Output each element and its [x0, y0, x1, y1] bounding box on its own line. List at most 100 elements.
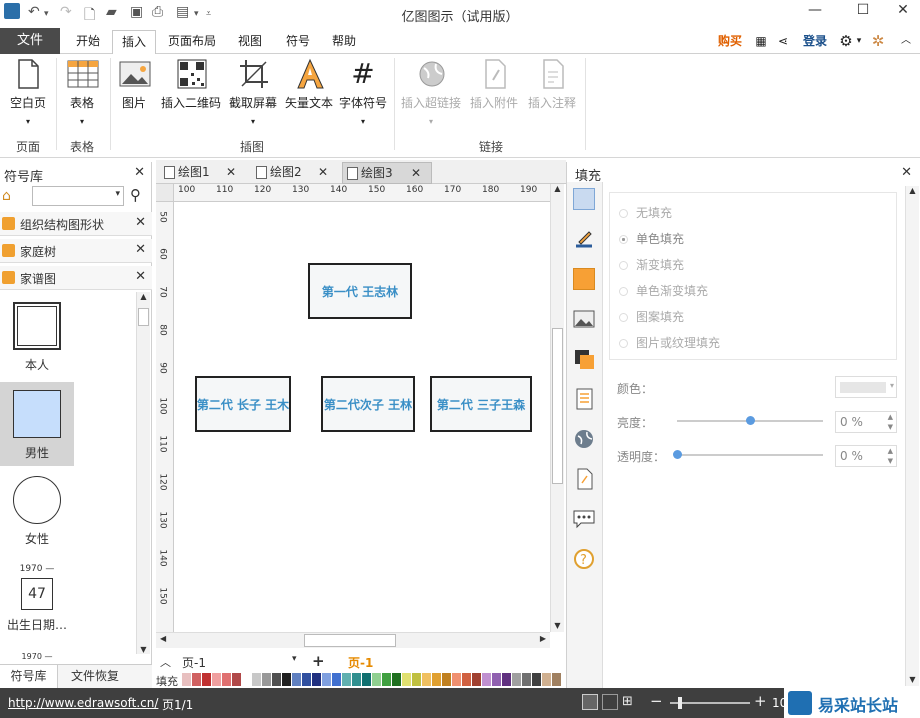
palette-swatch[interactable] — [252, 673, 262, 686]
login-link[interactable]: 登录 — [798, 28, 832, 54]
add-page-icon[interactable]: + — [312, 652, 325, 670]
fill-option-none[interactable]: 无填充 — [619, 204, 672, 221]
transparency-input[interactable]: 0 % ▲ ▼ — [835, 445, 897, 467]
palette-swatch[interactable] — [402, 673, 412, 686]
zoom-out-icon[interactable]: − — [650, 692, 663, 710]
tab-file-recovery[interactable]: 文件恢复 — [62, 665, 128, 688]
palette-swatch[interactable] — [342, 673, 352, 686]
palette-swatch[interactable] — [462, 673, 472, 686]
attachment-icon[interactable] — [573, 468, 595, 490]
table-button[interactable]: 表格 ▾ — [60, 58, 104, 126]
palette-swatch[interactable] — [212, 673, 222, 686]
scroll-up-icon[interactable]: ▲ — [551, 184, 564, 193]
library-item-genealogy[interactable]: 家谱图 ✕ — [0, 266, 152, 290]
scroll-down-icon[interactable]: ▼ — [137, 645, 150, 654]
maximize-icon[interactable]: ☐ — [848, 2, 878, 18]
hyperlink-button[interactable]: 插入超链接 ▾ — [398, 58, 464, 126]
palette-swatches[interactable] — [182, 673, 562, 686]
tab-help[interactable]: 帮助 — [324, 28, 364, 54]
slider-thumb[interactable] — [678, 697, 682, 709]
slider-thumb[interactable] — [673, 450, 682, 459]
screenshot-button[interactable]: 截取屏幕 ▾ — [226, 58, 280, 126]
spinner-icon[interactable]: ▲ ▼ — [888, 446, 893, 466]
attachment-button[interactable]: 插入附件 — [466, 58, 522, 111]
doc-tab-2[interactable]: 绘图2 ✕ — [252, 162, 338, 184]
table-dropdown-icon[interactable]: ▾ — [60, 117, 104, 126]
minimize-icon[interactable]: — — [800, 2, 830, 18]
file-menu[interactable]: 文件 — [0, 28, 60, 54]
palette-swatch[interactable] — [432, 673, 442, 686]
fill-option-picture[interactable]: 图片或纹理填充 — [619, 334, 720, 351]
tab-view[interactable]: 视图 — [230, 28, 270, 54]
palette-swatch[interactable] — [272, 673, 282, 686]
tab-insert[interactable]: 插入 — [112, 30, 156, 55]
palette-swatch[interactable] — [362, 673, 372, 686]
fill-option-mono-gradient[interactable]: 单色渐变填充 — [619, 282, 708, 299]
full-screen-icon[interactable] — [602, 694, 618, 710]
close-library-icon[interactable]: ✕ — [135, 269, 146, 284]
palette-swatch[interactable] — [442, 673, 452, 686]
zoom-slider[interactable] — [670, 697, 750, 709]
scroll-thumb[interactable] — [138, 308, 149, 326]
palette-swatch[interactable] — [302, 673, 312, 686]
presentation-icon[interactable]: ⊞ — [622, 694, 633, 709]
scroll-right-icon[interactable]: ▶ — [540, 634, 546, 643]
drawing-canvas[interactable]: 第一代 王志林 第二代 长子 王木 第二代次子 王林 第二代 三子王森 — [174, 202, 550, 632]
scroll-thumb[interactable] — [552, 328, 563, 484]
scroll-up-icon[interactable]: ▲ — [906, 186, 919, 195]
shape-self[interactable]: 本人 — [0, 298, 74, 378]
scroll-down-icon[interactable]: ▼ — [906, 675, 919, 684]
palette-swatch[interactable] — [522, 673, 532, 686]
collapse-ribbon-icon[interactable]: ︿ — [896, 28, 916, 54]
palette-swatch[interactable] — [422, 673, 432, 686]
comment-icon[interactable] — [573, 508, 595, 530]
zoom-in-icon[interactable]: + — [754, 692, 767, 710]
font-symbol-dropdown-icon[interactable]: ▾ — [336, 117, 390, 126]
palette-swatch[interactable] — [282, 673, 292, 686]
palette-swatch[interactable] — [292, 673, 302, 686]
close-library-icon[interactable]: ✕ — [135, 215, 146, 230]
palette-swatch[interactable] — [312, 673, 322, 686]
shape-female[interactable]: 女性 — [0, 472, 74, 556]
vector-text-button[interactable]: 矢量文本 — [282, 58, 336, 111]
palette-swatch[interactable] — [182, 673, 192, 686]
palette-swatch[interactable] — [332, 673, 342, 686]
palette-swatch[interactable] — [542, 673, 552, 686]
scroll-down-icon[interactable]: ▼ — [551, 621, 564, 630]
fill-bucket-icon[interactable] — [573, 188, 595, 210]
palette-swatch[interactable] — [382, 673, 392, 686]
font-symbol-button[interactable]: # 字体符号 ▾ — [336, 58, 390, 127]
close-panel-icon[interactable]: ✕ — [134, 165, 145, 180]
color-dropdown-icon[interactable]: ▾ — [890, 381, 894, 390]
palette-swatch[interactable] — [372, 673, 382, 686]
spinner-icon[interactable]: ▲ ▼ — [888, 412, 893, 432]
palette-swatch[interactable] — [392, 673, 402, 686]
tab-symbol[interactable]: 符号 — [278, 28, 318, 54]
layers-icon[interactable] — [573, 348, 595, 370]
line-style-icon[interactable] — [573, 228, 595, 250]
color-palette[interactable]: 填充 — [156, 672, 566, 688]
settings-dropdown-icon[interactable]: ▾ — [854, 28, 864, 54]
brightness-slider[interactable] — [677, 416, 823, 425]
palette-swatch[interactable] — [532, 673, 542, 686]
page-dropdown-icon[interactable]: ▾ — [292, 654, 297, 664]
page-select[interactable]: 页-1 — [182, 654, 206, 671]
node-gen2-second[interactable]: 第二代次子 王林 — [321, 376, 415, 432]
palette-swatch[interactable] — [472, 673, 482, 686]
gear-icon[interactable]: ⚙ — [836, 28, 856, 54]
collapse-pages-icon[interactable]: ︿ — [160, 654, 171, 670]
palette-swatch[interactable] — [322, 673, 332, 686]
palette-swatch[interactable] — [352, 673, 362, 686]
tab-symbol-library[interactable]: 符号库 — [0, 665, 58, 688]
transparency-slider[interactable] — [673, 450, 823, 459]
node-gen2-eldest[interactable]: 第二代 长子 王木 — [195, 376, 291, 432]
library-dropdown-icon[interactable]: ▾ — [115, 189, 120, 199]
palette-swatch[interactable] — [502, 673, 512, 686]
share-icon[interactable]: ⋖ — [774, 28, 792, 54]
library-item-org-chart[interactable]: 组织结构图形状 ✕ — [0, 212, 152, 236]
close-tab-icon[interactable]: ✕ — [226, 162, 236, 182]
close-library-icon[interactable]: ✕ — [135, 242, 146, 257]
screenshot-dropdown-icon[interactable]: ▾ — [226, 117, 280, 126]
palette-swatch[interactable] — [242, 673, 252, 686]
palette-swatch[interactable] — [452, 673, 462, 686]
